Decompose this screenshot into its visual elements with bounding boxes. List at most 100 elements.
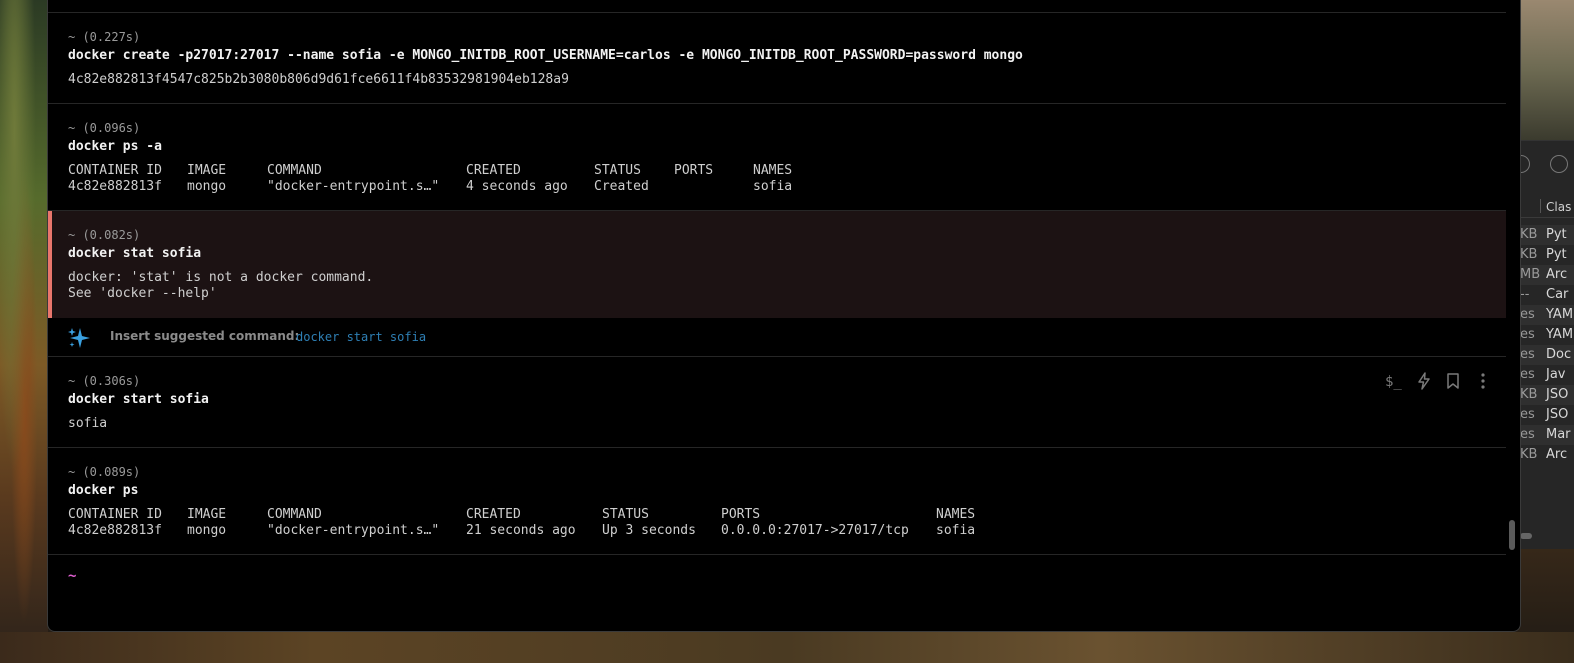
command-block[interactable]: ~ (0.096s) docker ps -a CONTAINER ID IMA… — [48, 103, 1506, 211]
file-row[interactable]: es Mar — [1520, 425, 1574, 445]
table-header-row: CONTAINER ID IMAGE COMMAND CREATED STATU… — [68, 507, 1168, 523]
file-kind: Doc — [1546, 347, 1572, 362]
column-divider — [1540, 199, 1541, 213]
file-row[interactable]: KB Pyt — [1520, 225, 1574, 245]
table-header: CREATED — [466, 507, 521, 522]
block-command: docker create -p27017:27017 --name sofia… — [68, 48, 1023, 63]
table-row: 4c82e882813f mongo "docker-entrypoint.s…… — [68, 179, 1068, 195]
horizontal-scrollbar[interactable] — [1520, 533, 1532, 539]
file-size: -- — [1520, 287, 1530, 302]
file-row[interactable]: es YAM — [1520, 325, 1574, 345]
table-header: STATUS — [594, 163, 641, 178]
table-cell: 21 seconds ago — [466, 523, 576, 538]
table-header: IMAGE — [187, 163, 227, 178]
background-file-window[interactable]: Clas KB Pyt KB Pyt MB Arc -- Car es YAM es YAM es Doc… — [1512, 140, 1574, 549]
file-row[interactable]: KB JSO — [1520, 385, 1574, 405]
table-header: COMMAND — [267, 163, 322, 178]
more-vertical-icon[interactable] — [1473, 371, 1493, 391]
table-cell: 4c82e882813f — [68, 179, 162, 194]
dollar-prompt-icon[interactable]: $_ — [1384, 371, 1404, 391]
table-header: PORTS — [721, 507, 761, 522]
table-cell: sofia — [936, 523, 976, 538]
table-header: STATUS — [602, 507, 649, 522]
vertical-scrollbar[interactable] — [1509, 520, 1515, 550]
file-kind: JSO — [1546, 387, 1569, 402]
table-header: IMAGE — [187, 507, 227, 522]
svg-text:$_: $_ — [1385, 374, 1402, 390]
file-size: es — [1520, 347, 1535, 362]
block-output: 4c82e882813f4547c825b2b3080b806d9d61fce6… — [68, 72, 569, 87]
suggested-command-link[interactable]: docker start sofia — [296, 330, 426, 344]
block-command: docker ps -a — [68, 139, 162, 154]
terminal-window[interactable]: ~ (0.227s) docker create -p27017:27017 -… — [47, 0, 1521, 632]
file-size: KB — [1520, 447, 1538, 462]
bookmark-icon[interactable] — [1443, 371, 1463, 391]
command-block[interactable]: ~ (0.306s) docker start sofia sofia — [48, 356, 1506, 448]
lightning-icon[interactable] — [1414, 371, 1434, 391]
file-row[interactable]: KB Pyt — [1520, 245, 1574, 265]
column-header-row: Clas — [1520, 197, 1574, 218]
table-header: NAMES — [936, 507, 976, 522]
table-cell: mongo — [187, 523, 227, 538]
file-row[interactable]: es Jav — [1520, 365, 1574, 385]
table-cell: sofia — [753, 179, 793, 194]
desktop-wallpaper-right — [1520, 0, 1574, 140]
table-cell: 0.0.0.0:27017->27017/tcp — [721, 523, 909, 538]
column-header-kind[interactable]: Clas — [1546, 200, 1571, 214]
table-header: PORTS — [674, 163, 714, 178]
input-area[interactable] — [48, 554, 1506, 631]
file-row[interactable]: MB Arc — [1520, 265, 1574, 285]
file-row[interactable]: -- Car — [1520, 285, 1574, 305]
file-row[interactable]: KB Arc — [1520, 445, 1574, 465]
command-block-error[interactable]: ~ (0.082s) docker stat sofia docker: 'st… — [48, 210, 1506, 318]
file-kind: Jav — [1546, 367, 1566, 382]
table-header: COMMAND — [267, 507, 322, 522]
file-kind: Mar — [1546, 427, 1571, 442]
shell-prompt[interactable]: ~ — [68, 568, 76, 584]
suggested-command-bar: Insert suggested command: docker start s… — [48, 318, 1506, 356]
block-output: sofia — [68, 416, 108, 431]
block-command: docker stat sofia — [68, 246, 202, 261]
block-meta: ~ (0.227s) — [68, 30, 141, 44]
error-output-line: docker: 'stat' is not a docker command. — [68, 270, 374, 285]
file-kind: Arc — [1546, 267, 1568, 282]
file-size: es — [1520, 307, 1535, 322]
block-meta: ~ (0.306s) — [68, 374, 141, 388]
command-block[interactable]: ~ (0.089s) docker ps CONTAINER ID IMAGE … — [48, 447, 1506, 555]
block-meta: ~ (0.082s) — [68, 228, 141, 242]
table-header: NAMES — [753, 163, 793, 178]
desktop-wallpaper-left — [0, 0, 48, 663]
sparkle-icon — [68, 328, 90, 348]
table-cell: Up 3 seconds — [602, 523, 696, 538]
table-cell: "docker-entrypoint.s…" — [267, 179, 440, 194]
file-size: KB — [1520, 387, 1538, 402]
table-row: 4c82e882813f mongo "docker-entrypoint.s…… — [68, 523, 1168, 539]
file-row[interactable]: es Doc — [1520, 345, 1574, 365]
file-row[interactable]: es YAM — [1520, 305, 1574, 325]
error-indicator-bar — [48, 211, 52, 318]
desktop-wallpaper-bottom — [0, 632, 1574, 663]
file-kind: YAM — [1546, 307, 1574, 322]
file-kind: Arc — [1546, 447, 1568, 462]
more-options-icon[interactable] — [1550, 155, 1568, 173]
background-toolbar — [1512, 155, 1574, 177]
file-kind: YAM — [1546, 327, 1574, 342]
file-size: MB — [1520, 267, 1541, 282]
table-cell: 4 seconds ago — [466, 179, 568, 194]
file-size: es — [1520, 367, 1535, 382]
file-kind: JSO — [1546, 407, 1569, 422]
table-cell: mongo — [187, 179, 227, 194]
file-kind: Pyt — [1546, 227, 1567, 242]
file-row[interactable]: es JSO — [1520, 405, 1574, 425]
file-list: KB Pyt KB Pyt MB Arc -- Car es YAM es YAM es Doc es Jav… — [1520, 225, 1574, 465]
file-kind: Car — [1546, 287, 1569, 302]
file-size: KB — [1520, 227, 1538, 242]
suggestion-label: Insert suggested command: — [110, 329, 300, 343]
table-header-row: CONTAINER ID IMAGE COMMAND CREATED STATU… — [68, 163, 1068, 179]
command-block[interactable]: ~ (0.227s) docker create -p27017:27017 -… — [48, 12, 1506, 104]
table-cell: Created — [594, 179, 649, 194]
table-header: CREATED — [466, 163, 521, 178]
block-command: docker start sofia — [68, 392, 209, 407]
block-meta: ~ (0.089s) — [68, 465, 141, 479]
table-cell: 4c82e882813f — [68, 523, 162, 538]
